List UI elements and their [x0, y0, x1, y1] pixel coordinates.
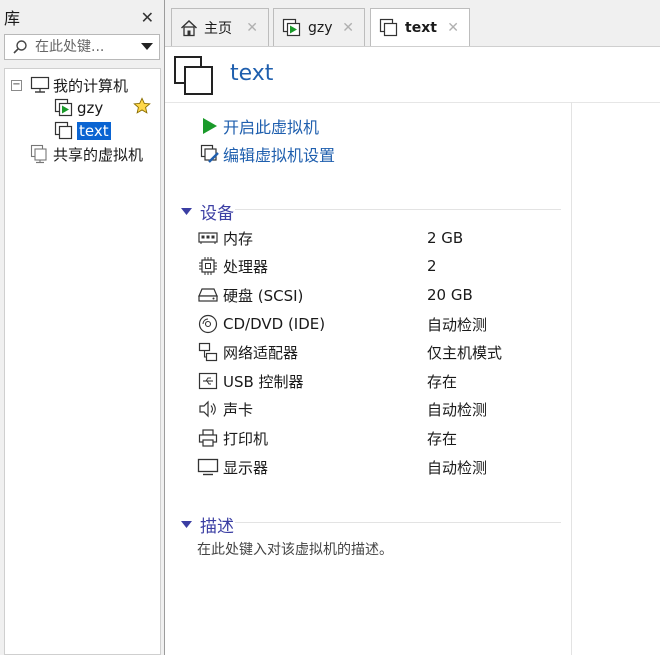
tree-item-label-selected: text	[77, 122, 111, 140]
device-row-processor[interactable]: 处理器 2	[197, 254, 577, 278]
device-value: 2	[427, 257, 437, 275]
header-divider	[165, 102, 660, 103]
device-row-printer[interactable]: 打印机 存在	[197, 426, 577, 450]
library-close-icon[interactable]: ✕	[141, 8, 154, 27]
library-header: 库 ✕	[0, 0, 162, 34]
device-name: USB 控制器	[223, 372, 304, 391]
device-row-memory[interactable]: 内存 2 GB	[197, 226, 577, 250]
library-search-input[interactable]	[35, 39, 131, 55]
tree-item-label: 我的计算机	[53, 76, 129, 95]
vm-title: text	[230, 61, 274, 86]
collapse-triangle-icon	[181, 207, 192, 216]
tab-close-icon[interactable]: ✕	[447, 20, 459, 36]
edit-vm-settings-link[interactable]: 编辑虚拟机设置	[199, 142, 335, 166]
printer-icon	[197, 428, 219, 448]
tab-close-icon[interactable]: ✕	[246, 20, 258, 36]
favorite-star-icon[interactable]	[133, 97, 151, 119]
device-name: 网络适配器	[223, 343, 299, 362]
tree-item-label: gzy	[77, 99, 104, 117]
device-value: 自动检测	[427, 400, 488, 419]
tree-collapse-icon[interactable]: −	[11, 80, 22, 91]
computer-icon	[29, 75, 51, 95]
vm-summary-panel: text 开启此虚拟机 编辑虚拟机设置 设备 内存 2 GB 处理器 2 硬盘 …	[165, 46, 660, 655]
device-row-sound-card[interactable]: 声卡 自动检测	[197, 397, 577, 421]
device-value: 存在	[427, 372, 458, 391]
device-value: 自动检测	[427, 315, 488, 334]
library-tree: − 我的计算机 gzy text 共享的虚拟机	[4, 68, 161, 655]
tab-home[interactable]: 主页 ✕	[171, 8, 269, 46]
device-row-network-adapter[interactable]: 网络适配器 仅主机模式	[197, 340, 577, 364]
device-row-cd-dvd[interactable]: CD/DVD (IDE) 自动检测	[197, 312, 577, 336]
description-section-title: 描述	[200, 517, 234, 537]
device-name: CD/DVD (IDE)	[223, 315, 326, 333]
network-adapter-icon	[197, 342, 219, 362]
tab-label: text	[405, 20, 437, 36]
main-area: 主页 ✕ gzy ✕ text ✕ text 开启此虚拟机 编辑虚拟机设置 设备…	[164, 0, 660, 655]
devices-section-title: 设备	[200, 204, 234, 224]
description-text[interactable]: 在此处键入对该虚拟机的描述。	[197, 539, 393, 559]
vm-large-icon	[173, 55, 215, 101]
tab-vm-gzy[interactable]: gzy ✕	[273, 8, 365, 46]
vm-running-icon	[53, 98, 75, 118]
search-icon	[5, 39, 35, 55]
device-value: 存在	[427, 429, 458, 448]
device-row-display[interactable]: 显示器 自动检测	[197, 455, 577, 479]
device-value: 仅主机模式	[427, 343, 503, 362]
edit-settings-icon	[199, 144, 221, 164]
vm-running-icon	[282, 18, 302, 38]
section-divider	[235, 209, 561, 210]
device-name: 硬盘 (SCSI)	[223, 286, 304, 305]
device-name: 显示器	[223, 458, 269, 477]
tab-label: 主页	[204, 20, 232, 37]
device-name: 处理器	[223, 257, 269, 276]
device-value: 20 GB	[427, 286, 473, 304]
sound-icon	[197, 400, 219, 418]
tab-label: gzy	[308, 19, 333, 36]
tab-bar: 主页 ✕ gzy ✕ text ✕	[165, 0, 660, 47]
device-name: 打印机	[223, 429, 269, 448]
processor-icon	[197, 256, 219, 276]
play-icon	[199, 117, 221, 135]
power-on-label: 开启此虚拟机	[223, 118, 320, 137]
tree-item-vm-gzy[interactable]: gzy	[53, 97, 103, 119]
hard-disk-icon	[197, 287, 219, 303]
devices-section-header[interactable]: 设备	[181, 199, 234, 224]
tab-close-icon[interactable]: ✕	[342, 20, 354, 36]
power-on-vm-link[interactable]: 开启此虚拟机	[199, 114, 319, 138]
device-name: 声卡	[223, 400, 254, 419]
cd-dvd-icon	[197, 314, 219, 334]
tab-vm-text[interactable]: text ✕	[370, 8, 470, 47]
search-dropdown-icon[interactable]	[135, 43, 159, 51]
device-row-hard-disk[interactable]: 硬盘 (SCSI) 20 GB	[197, 283, 577, 307]
library-search-box[interactable]	[4, 34, 160, 60]
tree-item-shared-vms[interactable]: 共享的虚拟机	[29, 143, 143, 165]
home-icon	[180, 19, 198, 37]
shared-vm-icon	[29, 144, 51, 164]
vm-icon	[53, 121, 75, 141]
device-value: 自动检测	[427, 458, 488, 477]
device-value: 2 GB	[427, 229, 464, 247]
library-panel: 库 ✕ − 我的计算机 gzy	[0, 0, 162, 655]
memory-icon	[197, 231, 219, 245]
device-row-usb[interactable]: USB 控制器 存在	[197, 369, 577, 393]
collapse-triangle-icon	[181, 520, 192, 529]
device-name: 内存	[223, 229, 254, 248]
section-divider	[235, 522, 561, 523]
vm-icon	[379, 18, 399, 38]
tree-item-vm-text[interactable]: text	[53, 120, 111, 142]
library-title: 库	[4, 9, 21, 28]
tree-item-my-computer[interactable]: 我的计算机	[29, 74, 128, 96]
display-icon	[197, 458, 219, 476]
usb-icon	[197, 372, 219, 390]
edit-settings-label: 编辑虚拟机设置	[223, 146, 336, 165]
tree-item-label: 共享的虚拟机	[53, 145, 144, 164]
description-section-header[interactable]: 描述	[181, 512, 234, 537]
